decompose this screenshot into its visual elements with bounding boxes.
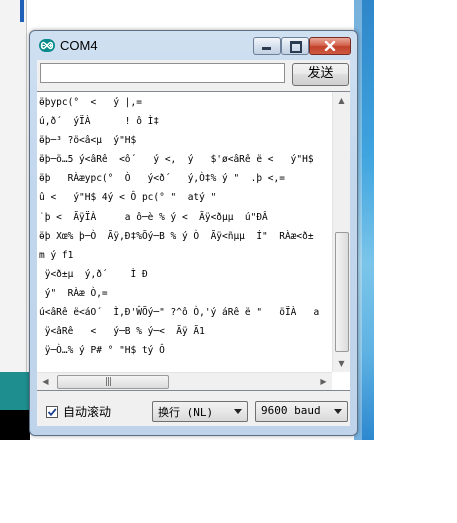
output-line: û < ý"H$ 4ý < Ô pc(° " atý " [39,192,217,204]
maximize-icon [290,41,302,53]
send-input[interactable] [40,63,285,83]
vertical-scroll-thumb[interactable] [335,232,349,352]
output-line: ӫþ─ö…5 ý<âRê <ô´ ý <, ý $'ø<âRê ë < ý"H$ [39,154,314,166]
output-line: ӫþ─³ ?ö<â<µ ý"H$ [39,135,137,147]
output-line: ý" RÀæ Ò,= [39,287,108,299]
serial-monitor-window: COM4 发送 ӫþypc(° < ý |,= ú,ð´ ýÏÀ ! ô Ì‡ … [29,30,358,436]
horizontal-scrollbar[interactable]: ◀ ||| ▶ [37,372,332,390]
minimize-button[interactable] [253,37,281,55]
output-line: ӫþ RÀæypc(° Ò ý<ð´ ý,Ò‡% ý " .þ <,= [39,173,285,185]
baud-rate-value: 9600 baud [261,404,321,417]
autoscroll-label[interactable]: 自动滚动 [63,403,111,420]
output-line: ÿ─Ò…% ý P# ° "H$ tý Ô [39,345,165,355]
output-line: ÿ<ð±µ ý,ð´ Ì Ð [39,268,148,280]
background-window-edge [0,0,27,372]
scroll-down-arrow-icon[interactable]: ▼ [333,355,350,372]
output-line: ú,ð´ ýÏÀ ! ô Ì‡ [39,116,160,128]
output-line: ӫþ Xœ% þ─Ò Ãÿ,Ð‡%Õý─B % ý Ò Ãÿ<ñµµ Í" RÀ… [39,230,314,242]
output-line: m ý f1 [39,249,74,261]
scroll-left-arrow-icon[interactable]: ◀ [37,373,54,390]
chevron-down-icon [234,409,242,414]
chevron-down-icon [334,409,342,414]
baud-rate-select[interactable]: 9600 baud [255,401,348,422]
title-bar[interactable]: COM4 [30,31,357,59]
background-window-teal [0,372,30,410]
output-line: ú<âRê ë<áO´ Ì,Ð'ŴÕý─" ?^ô Ò,'ý áRê ë " ö… [39,307,320,319]
serial-output-lines: ӫþypc(° < ý |,= ú,ð´ ýÏÀ ! ô Ì‡ ӫþ─³ ?ö<… [39,93,329,355]
background-window-dark [0,410,30,440]
window-title: COM4 [60,38,98,53]
checkmark-icon [47,408,57,417]
scroll-up-arrow-icon[interactable]: ▲ [333,92,350,109]
serial-monitor-client: 发送 ӫþypc(° < ý |,= ú,ð´ ýÏÀ ! ô Ì‡ ӫþ─³ … [37,60,350,426]
minimize-icon [262,47,271,50]
output-line: ӫþypc(° < ý |,= [39,97,142,108]
background-window-accent [20,0,24,22]
scroll-right-arrow-icon[interactable]: ▶ [315,373,332,390]
output-line: ÿ<âRê < ý─B % ý─< Ãÿ Ã1 [39,326,205,338]
close-button[interactable] [309,37,351,55]
maximize-button[interactable] [281,37,309,55]
vertical-scrollbar[interactable]: ▲ ▼ [332,92,350,372]
line-ending-select[interactable]: 换行 (NL) [152,401,248,422]
arduino-infinity-icon [39,39,55,52]
serial-output-area[interactable]: ӫþypc(° < ý |,= ú,ð´ ýÏÀ ! ô Ì‡ ӫþ─³ ?ö<… [37,91,350,391]
send-button[interactable]: 发送 [292,63,349,86]
close-icon [324,41,336,51]
autoscroll-checkbox[interactable] [46,406,58,418]
line-ending-value: 换行 (NL) [158,406,214,419]
horizontal-scroll-thumb[interactable]: ||| [57,375,169,389]
scroll-grip-icon: ||| [105,377,112,387]
output-line: ˙þ < ÃÿÏÀ a ô─è % ý < Ãÿ<ðµµ ú"ÐÂ [39,211,268,223]
